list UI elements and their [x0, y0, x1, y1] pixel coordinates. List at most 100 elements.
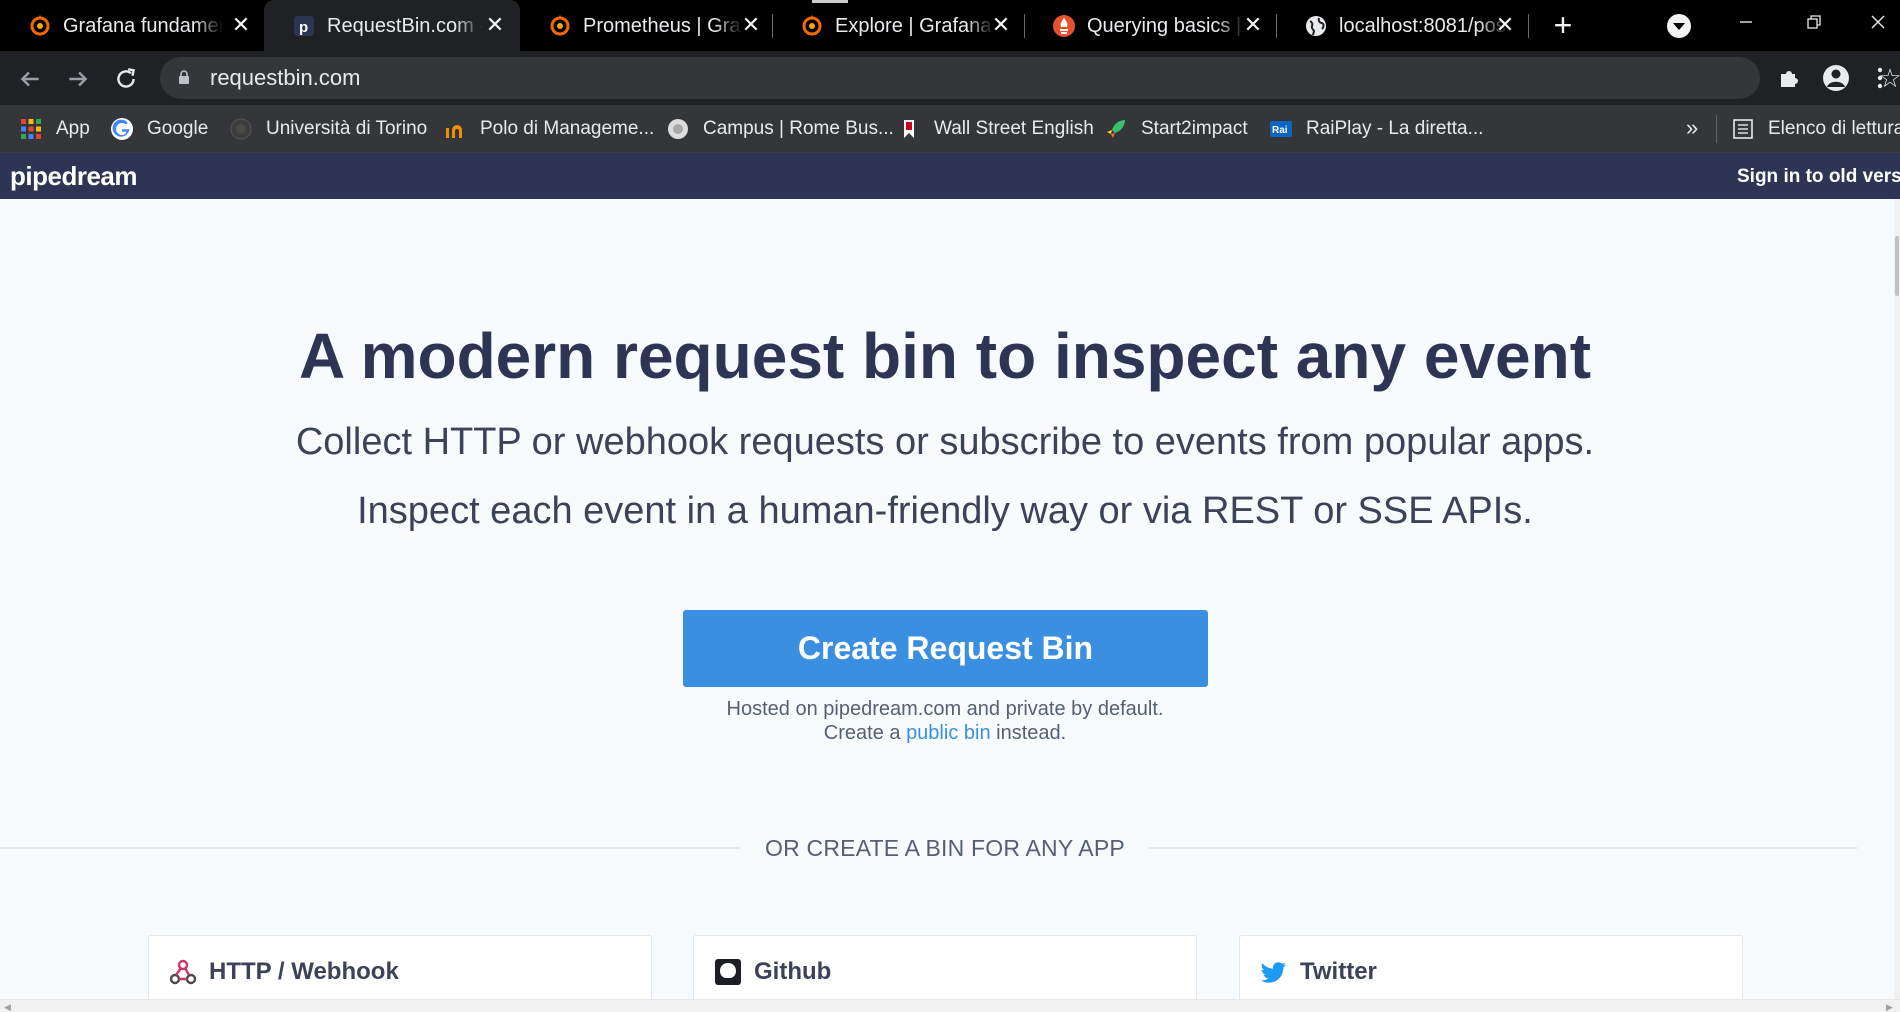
bookmark-label: Università di Torino	[266, 118, 428, 139]
scroll-right-arrow-icon[interactable]: ▶	[1886, 1002, 1893, 1012]
tab-separator	[1528, 14, 1529, 38]
app-card-twitter[interactable]: Twitter	[1239, 935, 1743, 999]
bookmark-label: Polo di Manageme...	[480, 118, 655, 139]
bookmark-polo[interactable]: Polo di Manageme...	[444, 117, 654, 141]
close-window-icon[interactable]	[1858, 6, 1898, 38]
tab-grafana-fundamentals[interactable]: Grafana fundamentals ✕	[0, 0, 264, 51]
tab-localhost-post[interactable]: localhost:8081/post ✕	[1276, 0, 1528, 51]
tab-requestbin[interactable]: p RequestBin.com — A modern request bin …	[264, 0, 520, 51]
tab-close-icon[interactable]: ✕	[738, 12, 764, 38]
bookmarks-divider	[1716, 115, 1717, 143]
unito-seal-icon	[230, 118, 252, 140]
bookmark-label: App	[56, 118, 90, 139]
bookmark-unito[interactable]: Università di Torino	[230, 117, 427, 141]
tab-close-icon[interactable]: ✕	[482, 12, 508, 38]
svg-text:p: p	[299, 19, 308, 36]
bookmark-label: Google	[147, 118, 209, 139]
site-header: pipedream Sign in to old version	[0, 153, 1900, 199]
note-text: Create a	[823, 722, 907, 744]
sign-in-old-version-link[interactable]: Sign in to old version	[1737, 166, 1900, 188]
reload-icon[interactable]	[110, 63, 142, 95]
app-card-title: Github	[754, 958, 832, 985]
twitter-icon	[1260, 962, 1286, 983]
tab-title: RequestBin.com — A modern request bin	[327, 15, 483, 37]
tab-title: Prometheus | Grafana Labs	[583, 15, 743, 37]
url-text: requestbin.com	[210, 65, 361, 90]
campus-icon	[668, 119, 688, 139]
page-content: A modern request bin to inspect any even…	[0, 199, 1894, 999]
back-arrow-icon[interactable]	[14, 63, 46, 95]
extensions-puzzle-icon[interactable]	[1775, 64, 1803, 92]
rai-icon: Rai	[1270, 121, 1292, 137]
grafana-icon	[802, 15, 822, 36]
tab-title: Explore | Grafana Labs	[835, 15, 995, 37]
hero-subtitle: Collect HTTP or webhook requests or subs…	[295, 421, 1595, 463]
webhook-icon	[169, 959, 197, 985]
tab-title: Grafana fundamentals	[63, 15, 223, 37]
browser-tab-strip: Grafana fundamentals ✕ p RequestBin.com …	[0, 0, 1900, 51]
bookmark-start2impact[interactable]: Start2impact	[1105, 117, 1248, 141]
tab-search-icon[interactable]	[1667, 14, 1691, 38]
hosted-note: Hosted on pipedream.com and private by d…	[726, 698, 1164, 720]
section-divider-line	[1149, 847, 1857, 849]
bookmark-app[interactable]: App	[20, 117, 90, 141]
profile-avatar-icon[interactable]	[1822, 64, 1850, 92]
forward-arrow-icon[interactable]	[62, 63, 94, 95]
reading-list-label: Elenco di lettura	[1768, 118, 1900, 139]
app-card-github[interactable]: Github	[693, 935, 1197, 999]
vertical-scrollbar-thumb[interactable]	[1895, 236, 1899, 296]
tab-close-icon[interactable]: ✕	[228, 12, 254, 38]
github-icon	[715, 959, 741, 985]
tab-close-icon[interactable]: ✕	[988, 12, 1014, 38]
bookmark-campus[interactable]: Campus | Rome Bus...	[667, 117, 894, 141]
app-card-http-webhook[interactable]: HTTP / Webhook	[148, 935, 652, 999]
bookmark-wall-street-english[interactable]: Wall Street English	[898, 117, 1094, 141]
polo-icon	[446, 125, 462, 138]
prometheus-icon	[1053, 15, 1075, 37]
bookmark-label: Wall Street English	[934, 118, 1094, 139]
tab-explore-grafana[interactable]: Explore | Grafana Labs ✕	[772, 0, 1024, 51]
bookmark-label: RaiPlay - La diretta...	[1306, 118, 1484, 139]
bookmark-raiplay[interactable]: Rai RaiPlay - La diretta...	[1270, 117, 1483, 141]
app-card-title: HTTP / Webhook	[209, 958, 399, 985]
new-tab-button[interactable]: +	[1548, 9, 1578, 41]
browser-toolbar: requestbin.com ☆	[0, 51, 1900, 105]
hero-subtitle: Inspect each event in a human-friendly w…	[357, 490, 1533, 532]
bookmark-google[interactable]: Google	[111, 117, 208, 141]
bookmark-label: Start2impact	[1141, 118, 1248, 139]
minimize-icon[interactable]	[1726, 6, 1766, 38]
restore-icon[interactable]	[1794, 6, 1834, 38]
tab-title: Querying basics | Prometheus	[1087, 15, 1245, 37]
tab-close-icon[interactable]: ✕	[1240, 12, 1266, 38]
tab-title: localhost:8081/post	[1339, 15, 1509, 37]
public-bin-link[interactable]: public bin	[906, 722, 991, 744]
globe-icon	[1306, 16, 1326, 36]
lock-icon	[179, 70, 189, 84]
hero-title: A modern request bin to inspect any even…	[298, 320, 1592, 392]
google-icon	[111, 118, 133, 140]
horizontal-scrollbar[interactable]: ◀ ▶	[0, 999, 1900, 1012]
tab-loading-indicator	[812, 0, 848, 3]
note-text: instead.	[990, 722, 1067, 744]
vertical-scrollbar[interactable]	[1894, 199, 1900, 999]
menu-kebab-icon[interactable]	[1870, 64, 1890, 92]
tab-querying-basics[interactable]: Querying basics | Prometheus ✕	[1024, 0, 1276, 51]
tab-close-icon[interactable]: ✕	[1492, 12, 1518, 38]
create-request-bin-button[interactable]: Create Request Bin	[683, 610, 1208, 687]
reading-list-button[interactable]: Elenco di lettura	[1732, 117, 1900, 141]
bookmarks-bar: App Google Università di Torino Polo di …	[0, 105, 1900, 153]
reading-list-icon	[1733, 119, 1753, 139]
app-card-title: Twitter	[1300, 958, 1377, 985]
tab-prometheus-grafana[interactable]: Prometheus | Grafana Labs ✕	[520, 0, 772, 51]
public-bin-note: Create a public bin instead.	[0, 722, 1890, 745]
grafana-icon	[550, 15, 570, 36]
pipedream-p-icon: p	[294, 16, 314, 36]
scroll-left-arrow-icon[interactable]: ◀	[4, 1002, 11, 1012]
wse-icon	[904, 120, 914, 138]
rocket-icon	[1107, 120, 1125, 138]
address-bar[interactable]: requestbin.com ☆	[160, 57, 1900, 99]
pipedream-logo[interactable]: pipedream	[10, 161, 138, 192]
bookmarks-overflow-chevron-icon[interactable]: »	[1686, 115, 1698, 141]
svg-text:Rai: Rai	[1272, 125, 1288, 136]
bookmark-label: Campus | Rome Bus...	[703, 118, 894, 139]
